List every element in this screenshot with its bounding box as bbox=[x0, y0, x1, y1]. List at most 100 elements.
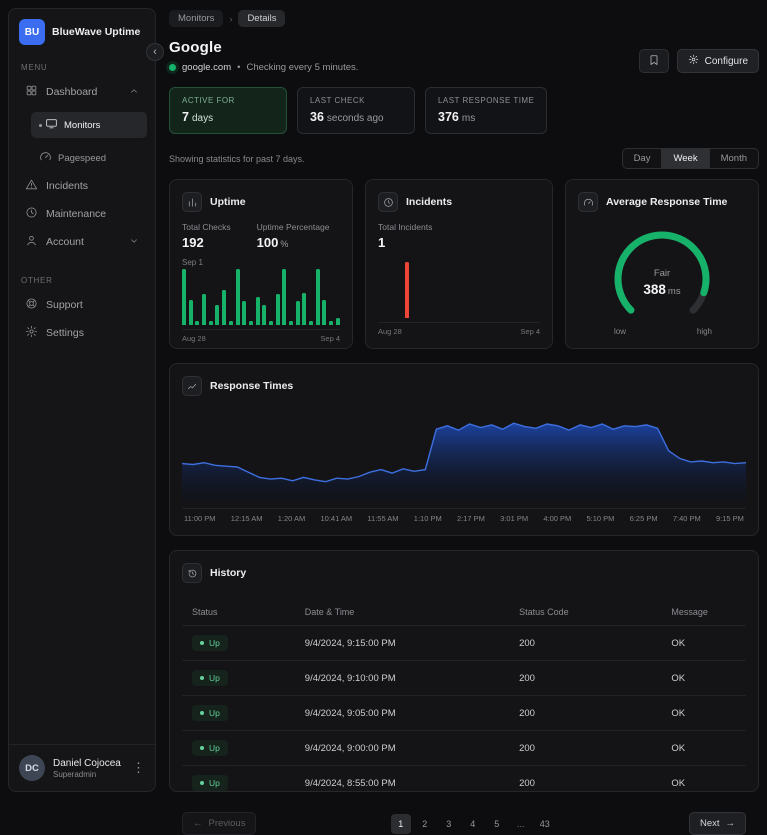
range-week[interactable]: Week bbox=[661, 149, 709, 168]
configure-button[interactable]: Configure bbox=[676, 49, 759, 73]
chevron-down-icon bbox=[129, 236, 139, 249]
sidebar-item-account[interactable]: Account bbox=[17, 229, 147, 255]
chart-bar bbox=[188, 299, 193, 325]
history-table-body: Up 9/4/2024, 9:15:00 PM 200 OK Up 9/4/2024, 9… bbox=[182, 625, 746, 800]
row-datetime: 9/4/2024, 9:10:00 PM bbox=[294, 660, 510, 696]
row-datetime: 9/4/2024, 9:05:00 PM bbox=[294, 695, 510, 731]
sidebar-item-monitors[interactable]: Monitors bbox=[31, 112, 147, 138]
chart-bar bbox=[255, 297, 260, 325]
status-badge: Up bbox=[192, 740, 228, 756]
sidebar-item-incidents[interactable]: Incidents bbox=[17, 173, 147, 199]
main-content: Monitors › Details Google google.com • C… bbox=[169, 8, 759, 835]
page-ellipsis: ... bbox=[511, 814, 531, 834]
table-row: Up 9/4/2024, 9:10:00 PM 200 OK bbox=[182, 660, 746, 696]
arrow-right-icon: → bbox=[725, 818, 736, 829]
dot-separator: • bbox=[237, 62, 241, 73]
chart-bar bbox=[275, 294, 280, 325]
sidebar-item-label: Support bbox=[46, 299, 83, 311]
history-card: History Status Date & Time Status Code M… bbox=[169, 550, 759, 835]
chart-bar bbox=[322, 299, 327, 325]
breadcrumb-separator: › bbox=[229, 13, 233, 24]
page-button[interactable]: 4 bbox=[463, 814, 483, 834]
range-day[interactable]: Day bbox=[623, 149, 662, 168]
axis-label: Sep 4 bbox=[520, 327, 540, 336]
response-times-chart[interactable] bbox=[182, 406, 746, 502]
incidents-bar-chart[interactable] bbox=[378, 262, 540, 318]
sidebar-item-settings[interactable]: Settings bbox=[17, 320, 147, 346]
user-menu-button[interactable]: ⋮ bbox=[132, 760, 145, 776]
axis-label: 10:41 AM bbox=[320, 514, 353, 523]
previous-page-button[interactable]: ← Previous bbox=[182, 812, 257, 835]
card-title: Response Times bbox=[210, 380, 294, 392]
page-button[interactable]: 1 bbox=[390, 813, 411, 834]
column-header: Status bbox=[192, 607, 218, 617]
row-datetime: 9/4/2024, 8:55:00 PM bbox=[294, 765, 510, 800]
axis-label: Sep 4 bbox=[320, 334, 340, 343]
gear-icon bbox=[25, 325, 38, 341]
tree-dot bbox=[39, 123, 42, 127]
axis-label: 2:17 PM bbox=[456, 514, 485, 523]
monitor-url: google.com bbox=[182, 62, 232, 73]
gauge-low-label: low bbox=[614, 327, 627, 336]
other-section-label: OTHER bbox=[21, 276, 53, 285]
speedometer-icon bbox=[39, 150, 52, 166]
row-message: OK bbox=[661, 625, 746, 661]
chart-bar bbox=[282, 269, 287, 325]
chart-bar bbox=[208, 320, 213, 325]
chevron-up-icon bbox=[129, 86, 139, 99]
axis-label: 11:55 AM bbox=[367, 514, 399, 523]
row-message: OK bbox=[661, 660, 746, 696]
incidents-card: Incidents Total Incidents 1 Aug 28 Sep 4 bbox=[365, 179, 553, 349]
axis-label: 6:25 PM bbox=[629, 514, 658, 523]
table-header-row: Status Date & Time Status Code Message bbox=[182, 599, 746, 626]
gear-icon bbox=[688, 54, 699, 68]
breadcrumb: Monitors › Details bbox=[169, 10, 759, 27]
sidebar-item-label: Incidents bbox=[46, 180, 89, 192]
stats-row: ACTIVE FOR 7 days LAST CHECK 36 seconds ag… bbox=[169, 87, 759, 134]
row-datetime: 9/4/2024, 9:15:00 PM bbox=[294, 625, 510, 661]
column-header: Date & Time bbox=[304, 607, 355, 617]
row-status-code: 200 bbox=[509, 730, 662, 766]
next-page-button[interactable]: Next → bbox=[688, 812, 746, 835]
sidebar-item-maintenance[interactable]: Maintenance bbox=[17, 201, 147, 227]
uptime-card: Uptime Total Checks 192 Uptime Percentag… bbox=[169, 179, 353, 349]
row-message: OK bbox=[661, 730, 746, 766]
axis-label: 1:20 AM bbox=[277, 514, 306, 523]
page-button[interactable]: 43 bbox=[535, 814, 555, 834]
chart-bar bbox=[202, 294, 207, 325]
response-times-card: Response Times 11:00 PM 12:15 AM 1:20 AM 10… bbox=[169, 363, 759, 536]
range-toggle: Day Week Month bbox=[621, 148, 759, 169]
status-dot bbox=[200, 781, 204, 785]
page-button[interactable]: 3 bbox=[439, 814, 459, 834]
sidebar-item-label: Dashboard bbox=[46, 86, 98, 98]
response-x-axis: 11:00 PM 12:15 AM 1:20 AM 10:41 AM 11:55 AM 1… bbox=[182, 508, 746, 523]
status-badge: Up bbox=[192, 775, 228, 791]
sidebar-item-label: Maintenance bbox=[46, 208, 107, 220]
uptime-bar-chart[interactable] bbox=[182, 269, 340, 325]
card-title: Average Response Time bbox=[606, 196, 728, 208]
range-month[interactable]: Month bbox=[708, 149, 758, 168]
status-dot bbox=[169, 64, 176, 71]
sidebar-item-support[interactable]: Support bbox=[17, 292, 147, 318]
sidebar-item-dashboard[interactable]: Dashboard bbox=[17, 79, 147, 105]
bookmark-button[interactable] bbox=[638, 49, 669, 73]
gauge-icon bbox=[578, 192, 598, 212]
status-badge: Up bbox=[192, 705, 228, 721]
lifebuoy-icon bbox=[25, 297, 38, 313]
bookmark-icon bbox=[648, 54, 660, 69]
breadcrumb-details[interactable]: Details bbox=[238, 10, 286, 27]
page-button[interactable]: 5 bbox=[487, 814, 507, 834]
status-dot bbox=[200, 746, 204, 750]
user-name: Daniel Cojocea bbox=[53, 758, 121, 769]
user-icon bbox=[25, 234, 38, 250]
sidebar-collapse-button[interactable]: ‹ bbox=[146, 43, 164, 61]
chevron-left-icon: ‹ bbox=[153, 45, 157, 58]
axis-label: 5:10 PM bbox=[586, 514, 615, 523]
breadcrumb-monitors[interactable]: Monitors bbox=[169, 10, 224, 27]
gauge-chart bbox=[614, 231, 710, 314]
page-button[interactable]: 2 bbox=[415, 814, 435, 834]
chart-bar bbox=[222, 290, 227, 325]
app-logo: BU bbox=[19, 19, 45, 45]
user-role: Superadmin bbox=[53, 770, 97, 779]
sidebar-item-pagespeed[interactable]: Pagespeed bbox=[31, 145, 147, 171]
